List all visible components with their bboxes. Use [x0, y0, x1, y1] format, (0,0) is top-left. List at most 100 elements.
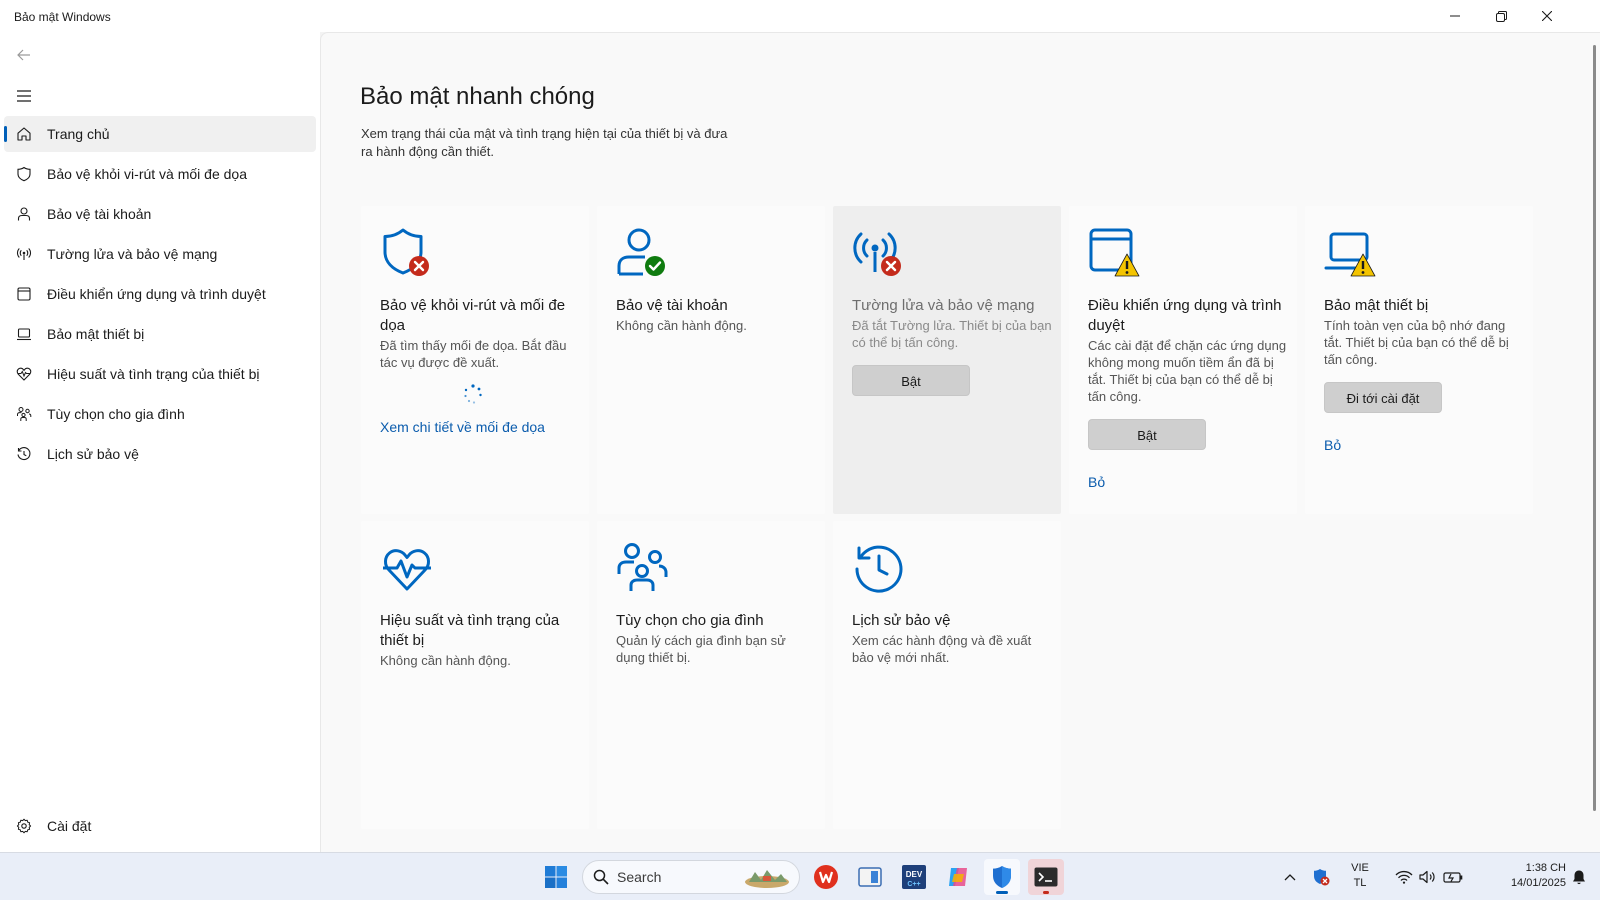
hamburger-icon	[17, 90, 31, 102]
wps-office-icon	[814, 865, 838, 889]
tile-title: Lịch sử bảo vệ	[852, 612, 951, 629]
start-button[interactable]	[538, 859, 574, 895]
browser-window-icon	[16, 286, 32, 302]
restore-icon	[1495, 10, 1507, 22]
history-icon	[16, 446, 32, 462]
tile-app-browser-control[interactable]: Điều khiển ứng dụng và trình duyệt Các c…	[1069, 206, 1297, 514]
taskbar-app-window[interactable]	[852, 859, 888, 895]
dismiss-link[interactable]: Bỏ	[1324, 435, 1524, 455]
tile-title: Tùy chọn cho gia đình	[616, 612, 764, 629]
person-icon	[16, 206, 32, 222]
tray-security-status[interactable]	[1306, 859, 1336, 895]
sidebar-item-device-health[interactable]: Hiệu suất và tình trạng của thiết bị	[4, 356, 316, 392]
tile-description: Đã tắt Tường lửa. Thiết bị của bạn có th…	[852, 318, 1052, 350]
family-icon	[16, 406, 32, 422]
sidebar-item-settings[interactable]: Cài đặt	[4, 808, 316, 844]
restore-button[interactable]	[1478, 0, 1524, 32]
sidebar-item-family-options[interactable]: Tùy chọn cho gia đình	[4, 396, 316, 432]
tile-family-options[interactable]: Tùy chọn cho gia đình Quản lý cách gia đ…	[597, 521, 825, 829]
laptop-icon	[16, 326, 32, 342]
minimize-button[interactable]	[1432, 0, 1478, 32]
svg-text:C++: C++	[907, 881, 920, 888]
volume-icon	[1419, 870, 1435, 884]
taskbar-windows-security[interactable]	[984, 859, 1020, 895]
input-language-indicator[interactable]: VIE TL	[1340, 861, 1380, 891]
sidebar-item-label: Hiệu suất và tình trạng của thiết bị	[47, 366, 260, 382]
turn-on-app-control-button[interactable]: Bật	[1088, 419, 1206, 450]
clock[interactable]: 1:38 CH 14/01/2025	[1486, 861, 1566, 891]
sidebar-item-app-browser-control[interactable]: Điều khiển ứng dụng và trình duyệt	[4, 276, 316, 312]
dev-cpp-icon: DEV C++	[902, 865, 926, 889]
sidebar-item-label: Bảo mật thiết bị	[47, 326, 145, 342]
clock-time: 1:38 CH	[1525, 862, 1566, 874]
tile-device-health[interactable]: Hiệu suất và tình trạng của thiết bị Khô…	[361, 521, 589, 829]
sidebar-item-protection-history[interactable]: Lịch sử bảo vệ	[4, 436, 316, 472]
copilot-icon	[949, 868, 967, 886]
sidebar-item-firewall[interactable]: Tường lửa và bảo vệ mạng	[4, 236, 316, 272]
taskbar: Search DEV C++ VIE TL 1:38 CH 14/01/2025	[0, 852, 1600, 900]
tray-quick-settings[interactable]	[1384, 859, 1474, 895]
sidebar-item-label: Tường lửa và bảo vệ mạng	[47, 246, 218, 262]
search-placeholder: Search	[617, 869, 662, 885]
close-icon	[1542, 11, 1552, 21]
tile-description: Không cần hành động.	[380, 653, 511, 668]
tile-virus-protection[interactable]: Bảo vệ khỏi vi-rút và mối đe dọa Đã tìm …	[361, 206, 589, 514]
notification-center-button[interactable]	[1566, 859, 1592, 895]
shield-icon	[16, 166, 32, 182]
input-mode: TL	[1353, 877, 1367, 889]
heart-pulse-icon	[383, 549, 431, 591]
tile-title: Bảo mật thiết bị	[1324, 297, 1429, 314]
view-threat-details-link[interactable]: Xem chi tiết về mối đe dọa	[380, 417, 580, 437]
sidebar-item-account-protection[interactable]: Bảo vệ tài khoản	[4, 196, 316, 232]
antenna-error-icon	[853, 232, 901, 276]
sidebar-item-label: Tùy chọn cho gia đình	[47, 406, 185, 422]
tile-title: Tường lửa và bảo vệ mạng	[852, 297, 1035, 314]
sidebar-item-home[interactable]: Trang chủ	[4, 116, 316, 152]
turn-on-firewall-button[interactable]: Bật	[852, 365, 970, 396]
tile-title: Hiệu suất và tình trạng của thiết bị	[380, 612, 560, 649]
back-button[interactable]	[12, 44, 36, 66]
tile-description: Tính toàn vẹn của bộ nhớ đang tắt. Thiết…	[1324, 318, 1509, 367]
sidebar-item-device-security[interactable]: Bảo mật thiết bị	[4, 316, 316, 352]
tile-title: Điều khiển ứng dụng và trình duyệt	[1088, 297, 1282, 334]
go-to-settings-button[interactable]: Đi tới cài đặt	[1324, 382, 1442, 413]
search-highlight-illustration-icon	[745, 870, 789, 888]
history-icon	[855, 545, 903, 593]
tile-account-protection[interactable]: Bảo vệ tài khoản Không cần hành động.	[597, 206, 825, 514]
taskbar-wps-office[interactable]	[808, 859, 844, 895]
tile-description: Đã tìm thấy mối đe dọa. Bắt đầu tác vụ đ…	[380, 338, 567, 370]
taskbar-dev-cpp[interactable]: DEV C++	[896, 859, 932, 895]
hamburger-menu-button[interactable]	[12, 84, 36, 108]
taskbar-terminal[interactable]	[1028, 859, 1064, 895]
search-icon	[593, 869, 609, 885]
wifi-icon	[1395, 870, 1413, 884]
scrollbar[interactable]	[1593, 45, 1596, 811]
sidebar-item-label: Bảo vệ khỏi vi-rút và mối đe dọa	[47, 166, 247, 182]
sidebar-item-virus-protection[interactable]: Bảo vệ khỏi vi-rút và mối đe dọa	[4, 156, 316, 192]
family-icon	[617, 543, 668, 591]
close-button[interactable]	[1524, 0, 1570, 32]
shield-error-icon	[383, 228, 429, 276]
tile-description: Không cần hành động.	[616, 318, 747, 333]
dismiss-link[interactable]: Bỏ	[1088, 472, 1288, 492]
tile-protection-history[interactable]: Lịch sử bảo vệ Xem các hành động và đề x…	[833, 521, 1061, 829]
gear-icon	[16, 818, 32, 834]
tile-firewall[interactable]: Tường lửa và bảo vệ mạng Đã tắt Tường lử…	[833, 206, 1061, 514]
bell-icon	[1573, 870, 1585, 885]
taskbar-copilot[interactable]	[940, 859, 976, 895]
sidebar-item-label: Trang chủ	[47, 126, 110, 142]
tile-device-security[interactable]: Bảo mật thiết bị Tính toàn vẹn của bộ nh…	[1305, 206, 1533, 514]
terminal-icon	[1034, 867, 1058, 887]
person-check-icon	[617, 228, 665, 276]
battery-charging-icon	[1443, 872, 1463, 883]
language-code: VIE	[1351, 862, 1369, 874]
sidebar-item-label: Lịch sử bảo vệ	[47, 446, 139, 462]
windows-logo-icon	[545, 866, 567, 888]
browser-warning-icon	[1089, 228, 1140, 277]
main-content: Bảo mật nhanh chóng Xem trạng thái của m…	[320, 32, 1600, 852]
loading-spinner-icon	[464, 384, 482, 404]
taskbar-search[interactable]: Search	[582, 860, 800, 894]
show-hidden-icons-button[interactable]	[1278, 859, 1302, 895]
tile-title: Bảo vệ tài khoản	[616, 297, 728, 314]
chevron-up-icon	[1284, 874, 1296, 881]
